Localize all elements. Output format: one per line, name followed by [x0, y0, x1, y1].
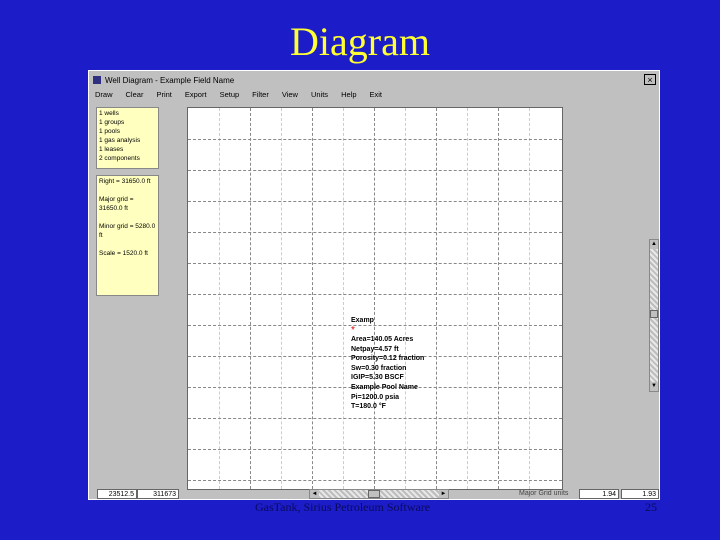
axis-info-line: Minor grid = 5280.0 ft — [99, 223, 156, 239]
well-detail-line: Pi=1200.0 psia — [351, 393, 400, 401]
well-detail-line: Area=140.05 Acres — [351, 336, 414, 343]
well-details: Area=140.05 Acres Netpay=4.57 ft Porosit… — [351, 335, 424, 412]
grid-line — [312, 108, 313, 489]
diagram-canvas[interactable]: Examp * Area=140.05 Acres Netpay=4.57 ft… — [187, 107, 563, 490]
grid-line — [188, 325, 562, 326]
scroll-left-icon[interactable]: ◄ — [310, 490, 319, 498]
value-field-1: 1.94 — [579, 489, 619, 499]
menu-draw[interactable]: Draw — [91, 90, 113, 99]
axis-info-line: Major grid = 31650.0 ft — [99, 196, 134, 212]
scroll-right-icon[interactable]: ► — [439, 490, 448, 498]
axis-info-line: Scale = 1520.0 ft — [99, 250, 148, 257]
axis-info-panel: Right = 31650.0 ft Major grid = 31650.0 … — [96, 175, 159, 296]
summary-line: 1 leases — [99, 146, 124, 153]
grid-line — [188, 294, 562, 295]
y-coordinate-field: 311673 — [137, 489, 179, 499]
grid-line — [188, 201, 562, 202]
summary-line: 1 wells — [99, 110, 119, 117]
well-detail-line: Netpay=4.57 ft — [351, 345, 399, 353]
well-marker-icon[interactable]: * — [351, 326, 355, 336]
grid-line — [250, 108, 251, 489]
vertical-scroll-thumb[interactable] — [650, 310, 658, 318]
grid-line — [405, 108, 406, 489]
grid-line — [188, 263, 562, 264]
menu-bar: Draw Clear Print Export Setup Filter Vie… — [91, 88, 657, 100]
value-field-2: 1.93 — [621, 489, 659, 499]
grid-line — [188, 232, 562, 233]
well-diagram-window: Well Diagram - Example Field Name × Draw… — [88, 70, 660, 500]
app-icon — [93, 76, 101, 84]
horizontal-scroll-thumb[interactable] — [368, 490, 380, 498]
page-number: 25 — [645, 500, 657, 514]
axis-info-line: Right = 31650.0 ft — [99, 178, 151, 185]
grid-line — [188, 139, 562, 140]
menu-print[interactable]: Print — [152, 90, 171, 99]
menu-units[interactable]: Units — [307, 90, 328, 99]
slide-footer: GasTank, Sirius Petroleum Software — [255, 500, 431, 514]
grid-line — [498, 108, 499, 489]
well-detail-line: Porosity=0.12 fraction — [351, 355, 425, 363]
grid-line — [343, 108, 344, 489]
slide-title: Diagram — [290, 19, 430, 64]
grid-units-label: Major Grid units — [519, 490, 569, 497]
menu-help[interactable]: Help — [337, 90, 356, 99]
grid-line — [188, 449, 562, 450]
summary-panel: 1 wells 1 groups 1 pools 1 gas analysis … — [96, 107, 159, 169]
well-detail-line: Sw=0.30 fraction — [351, 364, 407, 372]
grid-line — [281, 108, 282, 489]
grid-line — [188, 418, 562, 419]
summary-line: 1 gas analysis — [99, 137, 141, 144]
menu-export[interactable]: Export — [181, 90, 207, 99]
scroll-up-icon[interactable]: ▲ — [650, 240, 658, 249]
well-detail-line: T=180.0 °F — [351, 403, 386, 411]
grid-line — [219, 108, 220, 489]
summary-line: 1 groups — [99, 119, 125, 126]
grid-line — [467, 108, 468, 489]
scroll-down-icon[interactable]: ▼ — [650, 382, 658, 391]
horizontal-scrollbar[interactable]: ◄ ► — [309, 489, 449, 499]
grid-line — [529, 108, 530, 489]
close-button[interactable]: × — [644, 74, 656, 85]
well-detail-line: IGIP=5.30 BSCF — [351, 374, 404, 382]
summary-line: 2 components — [99, 155, 140, 162]
well-detail-line: Example Pool Name — [351, 383, 418, 391]
grid-line — [436, 108, 437, 489]
vertical-scrollbar[interactable]: ▲ ▼ — [649, 239, 659, 392]
menu-view[interactable]: View — [278, 90, 298, 99]
window-title: Well Diagram - Example Field Name — [105, 75, 235, 85]
grid-line — [374, 108, 375, 489]
grid-line — [188, 480, 562, 481]
grid-line — [188, 170, 562, 171]
menu-filter[interactable]: Filter — [248, 90, 269, 99]
x-coordinate-field: 23512.5 — [97, 489, 137, 499]
window-titlebar[interactable]: Well Diagram - Example Field Name × — [91, 73, 657, 87]
menu-exit[interactable]: Exit — [366, 90, 383, 99]
menu-clear[interactable]: Clear — [122, 90, 144, 99]
summary-line: 1 pools — [99, 128, 120, 135]
status-bar: 23512.5 311673 ◄ ► Major Grid units 1.94… — [89, 489, 659, 500]
menu-setup[interactable]: Setup — [216, 90, 240, 99]
